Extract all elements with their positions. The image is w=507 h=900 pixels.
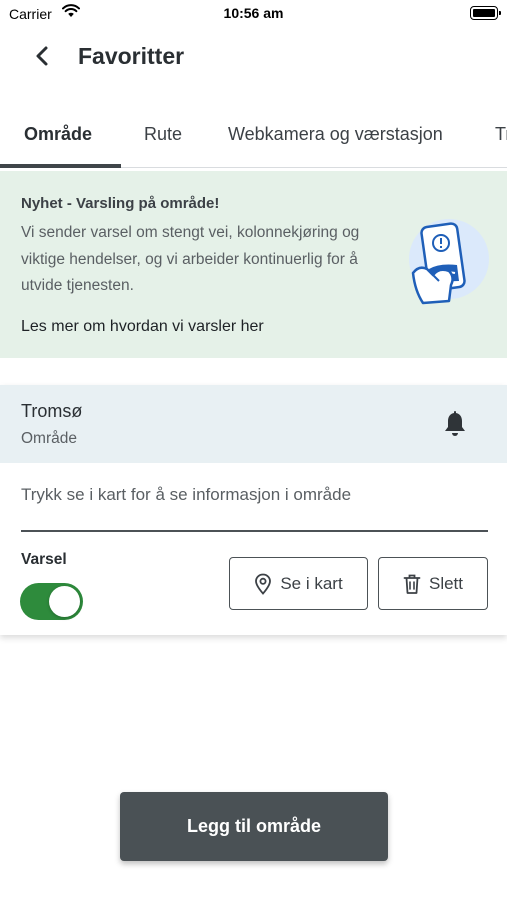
banner-body-line: viktige hendelser, og vi arbeider kontin… — [21, 250, 358, 268]
tab-webkamera[interactable]: Webkamera og værstasjon — [228, 124, 443, 145]
trash-icon — [403, 574, 421, 594]
battery-icon — [470, 6, 501, 20]
toggle-knob — [49, 586, 80, 617]
see-in-map-button[interactable]: Se i kart — [229, 557, 368, 610]
banner-title: Nyhet - Varsling på område! — [21, 195, 220, 212]
banner-body-line: utvide tjenesten. — [21, 277, 134, 294]
phone-notification-illustration — [409, 219, 489, 305]
clock: 10:56 am — [223, 5, 284, 21]
tab-truncated[interactable]: Tr — [495, 124, 507, 145]
status-bar: Carrier 10:56 am — [0, 0, 507, 28]
tab-rute[interactable]: Rute — [144, 124, 182, 145]
tab-omrade[interactable]: Område — [24, 124, 92, 145]
tab-active-indicator — [0, 164, 121, 168]
banner-read-more-link[interactable]: Les mer om hvordan vi varsler her — [21, 318, 264, 336]
add-area-button[interactable]: Legg til område — [120, 792, 388, 861]
location-pin-icon — [255, 573, 272, 595]
favorite-area-card: Tromsø Område Trykk se i kart for å se i… — [0, 385, 507, 635]
info-banner: Nyhet - Varsling på område! Vi sender va… — [0, 171, 507, 358]
back-button[interactable] — [28, 40, 60, 72]
alert-label: Varsel — [21, 551, 67, 568]
see-in-map-label: Se i kart — [280, 573, 343, 593]
delete-button[interactable]: Slett — [378, 557, 488, 610]
delete-label: Slett — [428, 573, 464, 593]
divider — [21, 530, 488, 532]
chevron-left-icon — [36, 46, 48, 66]
page-title: Favoritter — [78, 43, 185, 69]
favorite-name: Tromsø — [21, 401, 83, 421]
bell-icon[interactable] — [440, 409, 470, 439]
map-hint-text: Trykk se i kart for å se informasjon i o… — [21, 485, 352, 504]
alert-toggle[interactable] — [20, 583, 83, 620]
favorite-type: Område — [21, 430, 77, 447]
banner-body: Vi sender varsel om stengt vei, kolonnek… — [21, 220, 386, 300]
banner-body-line: Vi sender varsel om stengt vei, kolonnek… — [21, 224, 360, 241]
card-header: Tromsø Område — [0, 385, 507, 463]
tab-bar: Område Rute Webkamera og værstasjon Tr — [0, 110, 507, 170]
